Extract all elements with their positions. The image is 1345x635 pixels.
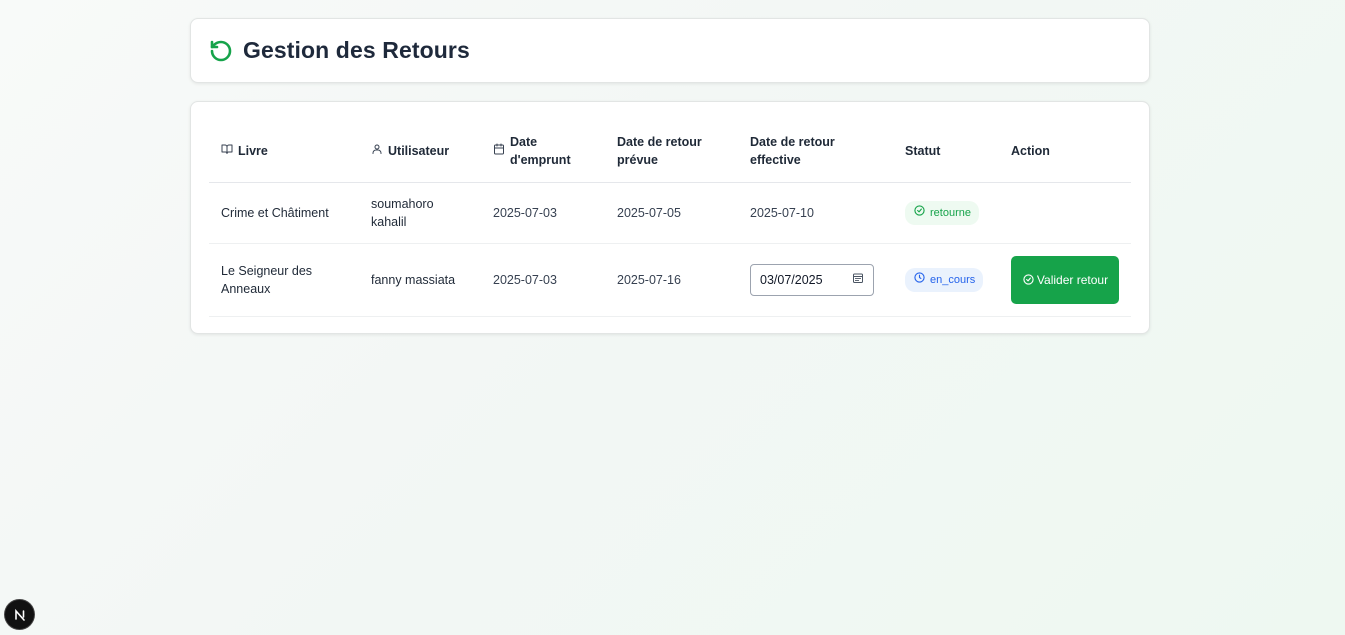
cell-action: Valider retour: [999, 243, 1131, 317]
cell-utilisateur: fanny massiata: [359, 243, 481, 317]
return-date-value: 03/07/2025: [760, 272, 823, 287]
clock-icon: [914, 271, 925, 289]
column-header-action: Action: [999, 120, 1131, 183]
check-circle-icon: [914, 204, 925, 222]
status-badge: en_cours: [905, 267, 984, 292]
n-logo-icon: [14, 608, 25, 621]
column-header-date-effective: Date de retour effective: [738, 120, 893, 183]
validate-return-label: Valider retour: [1036, 272, 1109, 287]
status-badge: retourne: [905, 200, 979, 225]
cell-utilisateur: soumahoro kahalil: [359, 182, 481, 244]
check-circle-icon: [1023, 274, 1034, 285]
returns-table: Livre Utilisateur Date d'emprunt Date de…: [209, 120, 1131, 317]
returns-table-card: Livre Utilisateur Date d'emprunt Date de…: [190, 101, 1150, 334]
user-icon: [371, 142, 388, 160]
cell-date-emprunt: 2025-07-03: [481, 243, 605, 317]
page-title: Gestion des Retours: [243, 37, 470, 63]
column-header-statut: Statut: [893, 120, 999, 183]
refresh-icon: [209, 39, 233, 63]
validate-return-button[interactable]: Valider retour: [1011, 255, 1119, 304]
cell-action: [999, 182, 1131, 244]
table-header-row: Livre Utilisateur Date d'emprunt Date de…: [209, 120, 1131, 183]
book-icon: [221, 142, 238, 160]
cell-statut: retourne: [893, 182, 999, 244]
calendar-icon: [493, 142, 510, 160]
cell-date-prevue: 2025-07-16: [605, 243, 738, 317]
table-row: Le Seigneur des Anneaux fanny massiata 2…: [209, 243, 1131, 317]
table-row: Crime et Châtiment soumahoro kahalil 202…: [209, 182, 1131, 244]
nextjs-devtools-button[interactable]: [5, 600, 34, 629]
header-card: Gestion des Retours: [190, 18, 1150, 83]
cell-date-effective: 2025-07-10: [738, 182, 893, 244]
column-header-livre: Livre: [209, 120, 359, 183]
column-header-date-emprunt: Date d'emprunt: [481, 120, 605, 183]
cell-livre: Crime et Châtiment: [209, 182, 359, 244]
cell-date-emprunt: 2025-07-03: [481, 182, 605, 244]
cell-livre: Le Seigneur des Anneaux: [209, 243, 359, 317]
calendar-picker-icon[interactable]: [852, 271, 864, 289]
column-header-utilisateur: Utilisateur: [359, 120, 481, 183]
cell-date-prevue: 2025-07-05: [605, 182, 738, 244]
cell-statut: en_cours: [893, 243, 999, 317]
column-header-date-prevue: Date de retour prévue: [605, 120, 738, 183]
return-date-input[interactable]: 03/07/2025: [750, 263, 874, 296]
cell-date-effective: 03/07/2025: [738, 243, 893, 317]
